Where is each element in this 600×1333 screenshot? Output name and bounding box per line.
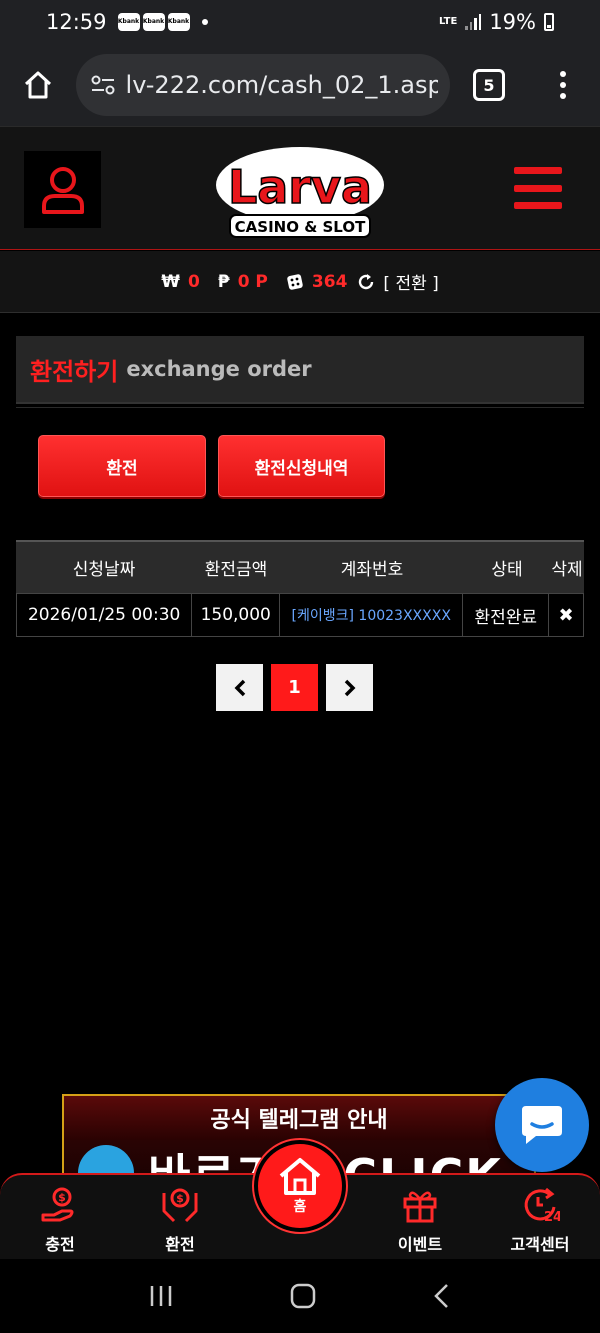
balance-bar: ₩ 0 ₱ 0 P 364 [ 전환 ] <box>0 251 600 313</box>
support-24-icon: 24 <box>520 1183 560 1227</box>
status-right: LTE 19% <box>439 10 554 34</box>
page-title: 환전하기 exchange order <box>16 336 584 404</box>
nav-support[interactable]: 24 고객센터 <box>490 1183 590 1257</box>
nav-event-label: 이벤트 <box>397 1235 443 1254</box>
point-icon: ₱ <box>217 271 230 292</box>
back-icon[interactable] <box>432 1283 452 1309</box>
network-type: LTE <box>438 16 458 27</box>
nav-home-label: 홈 <box>293 1199 307 1215</box>
nav-withdraw-label: 환전 <box>165 1235 195 1254</box>
svg-text:24: 24 <box>544 1210 560 1225</box>
browser-home-button[interactable] <box>0 44 76 126</box>
exchange-history-button[interactable]: 환전신청내역 <box>218 435 385 497</box>
site-settings-icon[interactable] <box>88 70 118 100</box>
point-balance: 0 P <box>237 271 268 292</box>
browser-toolbar: lv-222.com/cash_02_1.asp 5 <box>0 44 600 126</box>
column-header-amount: 환전금액 <box>204 560 268 580</box>
svg-text:$: $ <box>58 1191 66 1204</box>
row-status: 환전완료 <box>463 594 550 636</box>
column-header-account: 계좌번호 <box>340 560 404 580</box>
prev-page-button[interactable] <box>216 664 263 711</box>
exchange-button[interactable]: 환전 <box>38 435 206 497</box>
nav-withdraw[interactable]: $ 환전 <box>130 1183 230 1257</box>
battery-percent: 19% <box>489 10 536 34</box>
chat-icon <box>522 1106 562 1144</box>
larva-logo[interactable]: Larva CASINO & SLOT <box>212 137 388 241</box>
column-header-delete: 삭제 <box>551 560 583 580</box>
next-page-button[interactable] <box>326 664 373 711</box>
hamburger-menu-icon[interactable] <box>514 167 562 209</box>
browser-menu-icon[interactable] <box>560 71 566 99</box>
nav-support-label: 고객센터 <box>510 1235 570 1254</box>
notification-icons: Kbank Kbank Kbank <box>115 13 190 31</box>
title-divider <box>16 407 584 408</box>
deposit-icon: $ <box>40 1183 80 1227</box>
table-header: 신청날짜 환전금액 계좌번호 상태 삭제 <box>16 540 584 593</box>
won-balance: 0 <box>188 271 200 292</box>
home-icon <box>279 1158 321 1195</box>
swap-button[interactable]: [ 전환 ] <box>383 269 438 294</box>
page-1-button[interactable]: 1 <box>271 664 318 711</box>
battery-icon <box>544 13 554 31</box>
banner-title: 공식 텔레그램 안내 <box>64 1096 534 1140</box>
won-icon: ₩ <box>161 271 180 292</box>
page: 12:59 Kbank Kbank Kbank LTE 19% lv-222.c… <box>0 0 600 1333</box>
svg-text:$: $ <box>176 1192 184 1205</box>
nav-deposit[interactable]: $ 충전 <box>10 1183 110 1257</box>
chevron-right-icon <box>344 679 355 696</box>
home-icon <box>24 71 52 99</box>
status-time: 12:59 <box>46 10 107 34</box>
site-header: Larva CASINO & SLOT <box>0 126 600 250</box>
kbank-notification-icon: Kbank <box>117 13 140 31</box>
row-delete-button[interactable]: ✖ <box>549 594 583 636</box>
system-navigation-bar <box>0 1259 600 1333</box>
more-notifications-icon <box>201 19 208 25</box>
column-header-status: 상태 <box>491 560 523 580</box>
row-amount: 150,000 <box>192 594 281 636</box>
row-account: [케이뱅크] 10023XXXXX <box>280 594 464 636</box>
page-title-korean: 환전하기 <box>30 357 119 386</box>
logo-sub-text: CASINO & SLOT <box>235 218 366 236</box>
row-account-text: [케이뱅크] 10023XXXXX <box>291 608 451 624</box>
nav-deposit-label: 충전 <box>45 1235 75 1254</box>
page-title-english: exchange order <box>126 357 312 381</box>
pagination: 1 <box>216 664 373 711</box>
chip-balance: 364 <box>311 271 348 292</box>
status-bar: 12:59 Kbank Kbank Kbank LTE 19% <box>0 0 600 44</box>
system-home-icon[interactable] <box>290 1283 316 1309</box>
close-icon: ✖ <box>558 604 574 626</box>
refresh-icon[interactable] <box>357 273 375 291</box>
row-date: 2026/01/25 00:30 <box>17 594 193 636</box>
kbank-notification-icon: Kbank <box>142 13 165 31</box>
table-row: 2026/01/25 00:30 150,000 [케이뱅크] 10023XXX… <box>16 593 584 637</box>
exchange-history-table: 신청날짜 환전금액 계좌번호 상태 삭제 2026/01/25 00:30 15… <box>16 540 584 637</box>
withdraw-icon: $ <box>160 1183 200 1227</box>
nav-event[interactable]: 이벤트 <box>370 1183 470 1257</box>
nav-home-button[interactable]: 홈 <box>254 1140 346 1232</box>
gift-icon <box>400 1183 440 1227</box>
user-icon <box>41 166 84 214</box>
signal-icon <box>465 14 482 30</box>
user-login-button[interactable] <box>24 151 101 228</box>
logo-main-text: Larva <box>228 160 372 214</box>
url-text: lv-222.com/cash_02_1.asp <box>125 71 438 99</box>
column-header-date: 신청날짜 <box>72 560 136 580</box>
dice-icon <box>287 273 303 290</box>
chevron-left-icon <box>234 679 245 696</box>
address-bar[interactable]: lv-222.com/cash_02_1.asp <box>76 54 450 116</box>
recent-apps-icon[interactable] <box>148 1284 174 1308</box>
live-chat-button[interactable] <box>495 1078 589 1172</box>
kbank-notification-icon: Kbank <box>167 13 190 31</box>
tab-switcher-button[interactable]: 5 <box>473 69 505 101</box>
